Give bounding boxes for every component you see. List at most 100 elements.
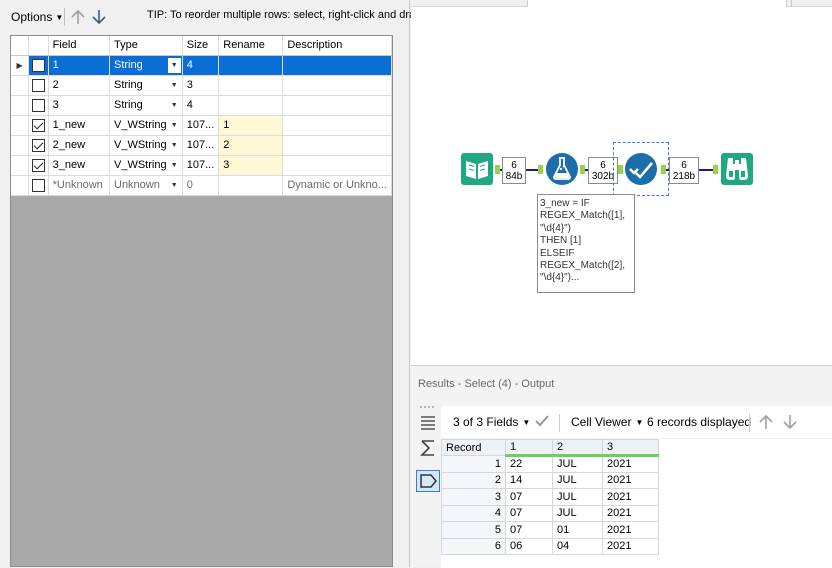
field-checkbox[interactable]: [31, 138, 45, 152]
field-size[interactable]: 107...: [182, 115, 220, 136]
row-selector[interactable]: [11, 95, 30, 116]
result-cell[interactable]: 2021: [602, 504, 659, 522]
result-cell[interactable]: JUL: [552, 488, 603, 506]
metadata-view-button[interactable]: [416, 437, 440, 459]
move-up-button[interactable]: [69, 7, 87, 27]
result-cell[interactable]: 07: [505, 521, 553, 539]
field-description[interactable]: Dynamic or Unkno...: [282, 175, 392, 196]
browse-tool[interactable]: [720, 152, 754, 186]
row-selector[interactable]: ▶: [11, 55, 30, 76]
field-checkbox[interactable]: [31, 58, 45, 72]
type-dropdown-icon[interactable]: ▼: [167, 157, 181, 173]
field-description[interactable]: [282, 55, 392, 76]
type-dropdown-icon[interactable]: ▼: [167, 97, 181, 113]
table-row[interactable]: 1 22 JUL 2021: [441, 455, 659, 473]
col-header-3[interactable]: 3: [602, 439, 659, 457]
field-name[interactable]: 3_new: [48, 155, 111, 176]
move-down-button[interactable]: [90, 7, 108, 27]
field-checkbox-cell[interactable]: [28, 95, 49, 116]
field-checkbox-cell[interactable]: [28, 175, 49, 196]
row-selector[interactable]: [11, 155, 30, 176]
col-header-2[interactable]: 2: [552, 439, 603, 457]
workflow-canvas[interactable]: 6 84b 6 302b 6 218b 3_new = IF REGEX_Mat…: [411, 0, 832, 365]
result-cell[interactable]: 14: [505, 471, 553, 489]
field-description[interactable]: [282, 155, 392, 176]
result-cell[interactable]: 07: [505, 504, 553, 522]
result-cell[interactable]: 07: [505, 488, 553, 506]
col-header-rename[interactable]: Rename: [218, 36, 284, 56]
type-dropdown-icon[interactable]: ▼: [167, 117, 181, 133]
result-cell[interactable]: JUL: [552, 471, 603, 489]
col-header-record[interactable]: Record: [441, 439, 506, 456]
result-cell[interactable]: 04: [552, 537, 603, 555]
field-checkbox[interactable]: [31, 98, 45, 112]
row-selector[interactable]: [11, 75, 30, 96]
table-row[interactable]: 2 14 JUL 2021: [441, 471, 659, 489]
field-size[interactable]: 4: [182, 55, 220, 76]
type-dropdown-icon[interactable]: ▼: [167, 77, 181, 93]
table-row[interactable]: 6 06 04 2021: [441, 537, 659, 555]
field-description[interactable]: [282, 115, 392, 136]
field-size[interactable]: 107...: [182, 155, 220, 176]
field-rename[interactable]: 2: [218, 135, 284, 156]
table-row[interactable]: 3 07 JUL 2021: [441, 488, 659, 506]
field-name[interactable]: 1: [48, 55, 111, 76]
field-type[interactable]: V_WString ▼: [109, 115, 183, 136]
type-dropdown-icon[interactable]: ▼: [167, 57, 181, 73]
input-data-tool[interactable]: [460, 152, 494, 186]
table-row[interactable]: *Unknown Unknown ▼ 0 Dynamic or Unkno...: [11, 175, 392, 196]
result-cell[interactable]: 06: [505, 537, 553, 555]
col-header-description[interactable]: Description: [282, 36, 392, 56]
field-checkbox-cell[interactable]: [28, 75, 49, 96]
field-size[interactable]: 0: [182, 175, 220, 196]
cell-viewer-dropdown[interactable]: Cell Viewer ▼: [571, 415, 643, 429]
field-size[interactable]: 107...: [182, 135, 220, 156]
col-header-1[interactable]: 1: [505, 439, 553, 457]
result-cell[interactable]: 2021: [602, 488, 659, 506]
message-view-button[interactable]: [416, 470, 440, 492]
field-rename[interactable]: 1: [218, 115, 284, 136]
row-selector[interactable]: [11, 175, 30, 196]
field-type[interactable]: String ▼: [109, 55, 183, 76]
apply-fields-button[interactable]: [533, 412, 551, 433]
field-rename[interactable]: [218, 75, 284, 96]
col-header-size[interactable]: Size: [182, 36, 220, 56]
result-cell[interactable]: 2021: [602, 471, 659, 489]
scroll-down-button[interactable]: [781, 412, 799, 435]
field-checkbox[interactable]: [31, 118, 45, 132]
field-name[interactable]: *Unknown: [48, 175, 111, 196]
field-checkbox-cell[interactable]: [28, 55, 49, 76]
table-row[interactable]: 1_new V_WString ▼ 107... 1: [11, 115, 392, 136]
table-row[interactable]: 3_new V_WString ▼ 107... 3: [11, 155, 392, 176]
field-type[interactable]: Unknown ▼: [109, 175, 183, 196]
field-checkbox-cell[interactable]: [28, 115, 49, 136]
formula-tool[interactable]: [545, 152, 579, 186]
result-cell[interactable]: JUL: [552, 504, 603, 522]
field-checkbox[interactable]: [31, 158, 45, 172]
result-cell[interactable]: 01: [552, 521, 603, 539]
table-view-button[interactable]: [416, 412, 440, 434]
field-description[interactable]: [282, 95, 392, 116]
input-anchor[interactable]: [538, 165, 543, 174]
field-size[interactable]: 4: [182, 95, 220, 116]
table-row[interactable]: 4 07 JUL 2021: [441, 504, 659, 522]
table-row[interactable]: 2_new V_WString ▼ 107... 2: [11, 135, 392, 156]
field-rename[interactable]: [218, 95, 284, 116]
result-cell[interactable]: 2021: [602, 521, 659, 539]
field-type[interactable]: String ▼: [109, 75, 183, 96]
field-name[interactable]: 2: [48, 75, 111, 96]
field-description[interactable]: [282, 75, 392, 96]
table-row[interactable]: 5 07 01 2021: [441, 521, 659, 539]
field-checkbox-cell[interactable]: [28, 155, 49, 176]
table-row[interactable]: 2 String ▼ 3: [11, 75, 392, 96]
field-type[interactable]: V_WString ▼: [109, 155, 183, 176]
options-button[interactable]: Options ▼: [5, 7, 69, 27]
field-type[interactable]: V_WString ▼: [109, 135, 183, 156]
field-name[interactable]: 1_new: [48, 115, 111, 136]
table-row[interactable]: 3 String ▼ 4: [11, 95, 392, 116]
fields-selector[interactable]: 3 of 3 Fields ▼: [453, 415, 530, 429]
row-selector[interactable]: [11, 115, 30, 136]
type-dropdown-icon[interactable]: ▼: [167, 137, 181, 153]
select-tool[interactable]: [624, 152, 658, 186]
field-name[interactable]: 2_new: [48, 135, 111, 156]
